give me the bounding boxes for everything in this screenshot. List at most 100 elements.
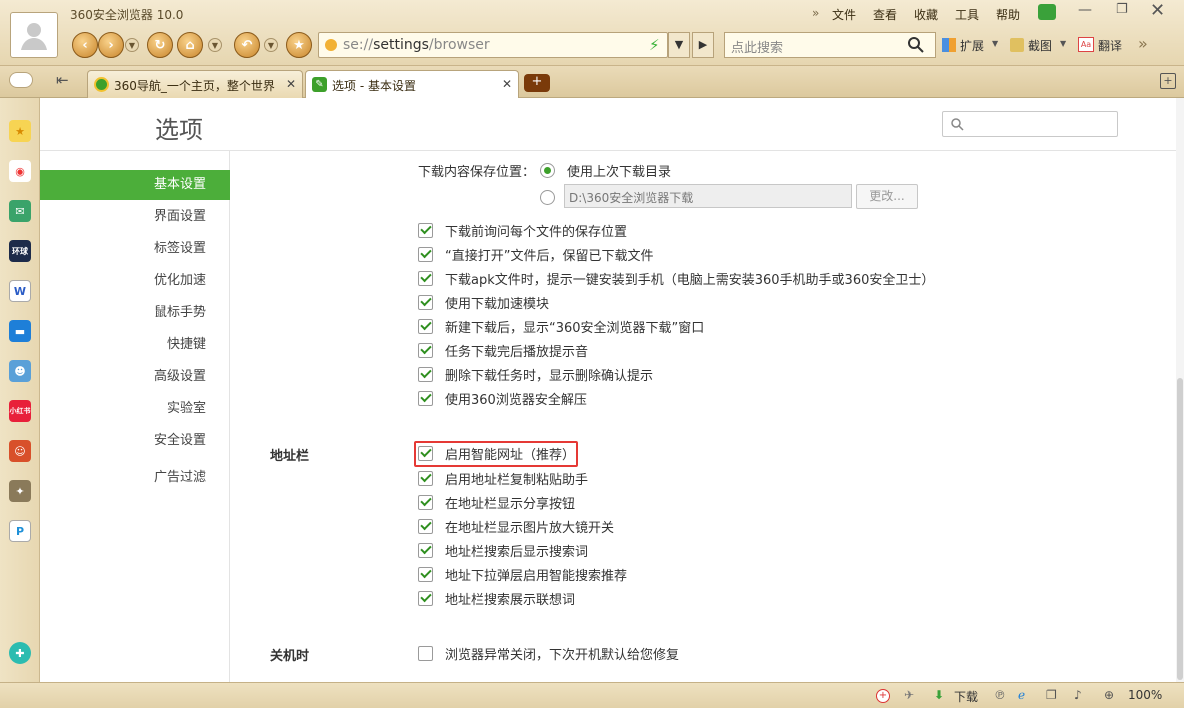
close-window-icon[interactable]: ✕ <box>1150 0 1165 21</box>
close-tab-icon[interactable]: ✕ <box>286 77 296 91</box>
download-arrow-icon[interactable]: ⬇ <box>934 688 944 702</box>
favorites-star-icon[interactable]: ★ <box>9 120 31 142</box>
custom-dir-option[interactable] <box>540 188 567 206</box>
nav-mouse-gesture[interactable]: 鼠标手势 <box>40 298 230 328</box>
translate-button[interactable]: 翻译 <box>1098 37 1122 54</box>
checkbox-checked[interactable] <box>418 470 433 486</box>
undo-close-icon[interactable]: ↶ <box>234 32 260 58</box>
download-option[interactable]: 使用下载加速模块 <box>418 293 549 312</box>
addressbar-option[interactable]: 地址栏搜索后显示搜索词 <box>418 541 588 560</box>
user-avatar[interactable] <box>10 12 58 58</box>
nav-interface[interactable]: 界面设置 <box>40 202 230 232</box>
game-icon[interactable]: ☺ <box>9 440 31 462</box>
back-icon[interactable]: ‹ <box>72 32 98 58</box>
use-last-dir-option[interactable]: 使用上次下载目录 <box>540 161 671 180</box>
menu-more-icon[interactable]: » <box>812 6 819 20</box>
checkbox-checked[interactable] <box>418 366 433 382</box>
download-option[interactable]: 删除下载任务时，显示删除确认提示 <box>418 365 653 384</box>
checkbox-checked[interactable] <box>418 222 433 238</box>
screenshot-dropdown-icon[interactable]: ▼ <box>1060 39 1066 48</box>
close-tab-icon[interactable]: ✕ <box>502 77 512 91</box>
add-app-icon[interactable]: ✚ <box>9 642 31 664</box>
nav-adblock[interactable]: 广告过滤 <box>40 463 230 493</box>
new-tab-icon[interactable]: + <box>524 74 550 92</box>
screenshot-button[interactable]: 截图 <box>1028 37 1052 54</box>
game-icon[interactable]: ☻ <box>9 360 31 382</box>
addressbar-option[interactable]: 地址栏搜索展示联想词 <box>418 589 575 608</box>
checkbox-checked[interactable] <box>418 494 433 510</box>
zoom-level[interactable]: 100% <box>1128 688 1162 702</box>
restore-on-crash-option[interactable]: 浏览器异常关闭，下次开机默认给您修复 <box>418 644 679 663</box>
global-times-icon[interactable]: 环球 <box>9 240 31 262</box>
home-dropdown-icon[interactable]: ▼ <box>208 38 222 52</box>
radio-selected[interactable] <box>540 162 555 178</box>
home-icon[interactable]: ⌂ <box>177 32 203 58</box>
download-option[interactable]: 使用360浏览器安全解压 <box>418 389 587 408</box>
refresh-icon[interactable]: ↻ <box>147 32 173 58</box>
go-icon[interactable]: ▶ <box>692 32 714 58</box>
checkbox-checked[interactable] <box>418 294 433 310</box>
addressbar-option[interactable]: 地址下拉弹层启用智能搜索推荐 <box>418 565 627 584</box>
checkbox-unchecked[interactable] <box>418 645 433 661</box>
restore-tab-icon[interactable]: + <box>1160 73 1176 89</box>
screenshot-icon[interactable] <box>1010 38 1024 52</box>
tab-360-nav[interactable]: 360导航_一个主页，整个世界 ✕ <box>87 70 303 98</box>
download-path-field[interactable]: D:\360安全浏览器下载 <box>564 184 852 208</box>
speed-mode-icon[interactable]: ⚡ <box>649 36 660 54</box>
change-dir-button[interactable]: 更改... <box>856 184 918 209</box>
extensions-dropdown-icon[interactable]: ▼ <box>992 39 998 48</box>
skin-icon[interactable] <box>1038 4 1056 20</box>
maximize-icon[interactable]: ❐ <box>1116 2 1128 17</box>
downloads-button[interactable]: 下载 <box>954 688 978 705</box>
radio-unselected[interactable] <box>540 189 555 205</box>
download-option[interactable]: 下载前询问每个文件的保存位置 <box>418 221 627 240</box>
menu-view[interactable]: 查看 <box>873 6 897 23</box>
smart-url-option[interactable]: 启用智能网址（推荐） <box>418 444 575 463</box>
history-dropdown-icon[interactable]: ▼ <box>125 38 139 52</box>
checkbox-checked[interactable] <box>418 270 433 286</box>
game-icon[interactable]: ✦ <box>9 480 31 502</box>
checkbox-checked[interactable] <box>418 590 433 606</box>
checkbox-checked[interactable] <box>418 342 433 358</box>
health-icon[interactable]: + <box>876 689 890 703</box>
download-option[interactable]: 下载apk文件时，提示一键安装到手机（电脑上需安装360手机助手或360安全卫士… <box>418 269 934 288</box>
checkbox-checked[interactable] <box>418 246 433 262</box>
checkbox-checked[interactable] <box>418 445 433 461</box>
download-option[interactable]: 任务下载完后播放提示音 <box>418 341 588 360</box>
addressbar-option[interactable]: 在地址栏显示分享按钮 <box>418 493 575 512</box>
checkbox-checked[interactable] <box>418 390 433 406</box>
extensions-button[interactable]: 扩展 <box>960 37 984 54</box>
checkbox-checked[interactable] <box>418 542 433 558</box>
forward-icon[interactable]: › <box>98 32 124 58</box>
mail-icon[interactable]: ✉ <box>9 200 31 222</box>
message-icon[interactable]: ▬ <box>9 320 31 342</box>
checkbox-checked[interactable] <box>418 518 433 534</box>
nav-basic[interactable]: 基本设置 <box>40 170 230 200</box>
undo-dropdown-icon[interactable]: ▼ <box>264 38 278 52</box>
nav-optimize[interactable]: 优化加速 <box>40 266 230 296</box>
minimize-icon[interactable]: — <box>1078 2 1092 18</box>
nav-lab[interactable]: 实验室 <box>40 394 230 424</box>
sidebar-toggle-icon[interactable]: ⇤ <box>56 71 69 89</box>
menu-arrow-icon[interactable]: » <box>1138 34 1148 53</box>
address-bar[interactable]: se://settings/browser ⚡ <box>318 32 668 58</box>
addressbar-option[interactable]: 在地址栏显示图片放大镜开关 <box>418 517 614 536</box>
menu-favorites[interactable]: 收藏 <box>914 6 938 23</box>
favorite-star-icon[interactable]: ★ <box>286 32 312 58</box>
p-app-icon[interactable]: P <box>9 520 31 542</box>
cloud-icon[interactable] <box>10 73 32 87</box>
settings-search-input[interactable] <box>942 111 1118 137</box>
checkbox-checked[interactable] <box>418 318 433 334</box>
address-dropdown-icon[interactable]: ▼ <box>668 32 690 58</box>
nav-tabs[interactable]: 标签设置 <box>40 234 230 264</box>
pin-icon[interactable]: ✈ <box>904 688 914 702</box>
ie-icon[interactable]: ℯ <box>1018 688 1025 702</box>
menu-help[interactable]: 帮助 <box>996 6 1020 23</box>
xiaohongshu-icon[interactable]: 小红书 <box>9 400 31 422</box>
extensions-icon[interactable] <box>942 38 956 52</box>
nav-security[interactable]: 安全设置 <box>40 426 230 456</box>
menu-tools[interactable]: 工具 <box>955 6 979 23</box>
document-icon[interactable]: W <box>9 280 31 302</box>
menu-file[interactable]: 文件 <box>832 6 856 23</box>
zoom-icon[interactable]: ⊕ <box>1104 688 1114 702</box>
